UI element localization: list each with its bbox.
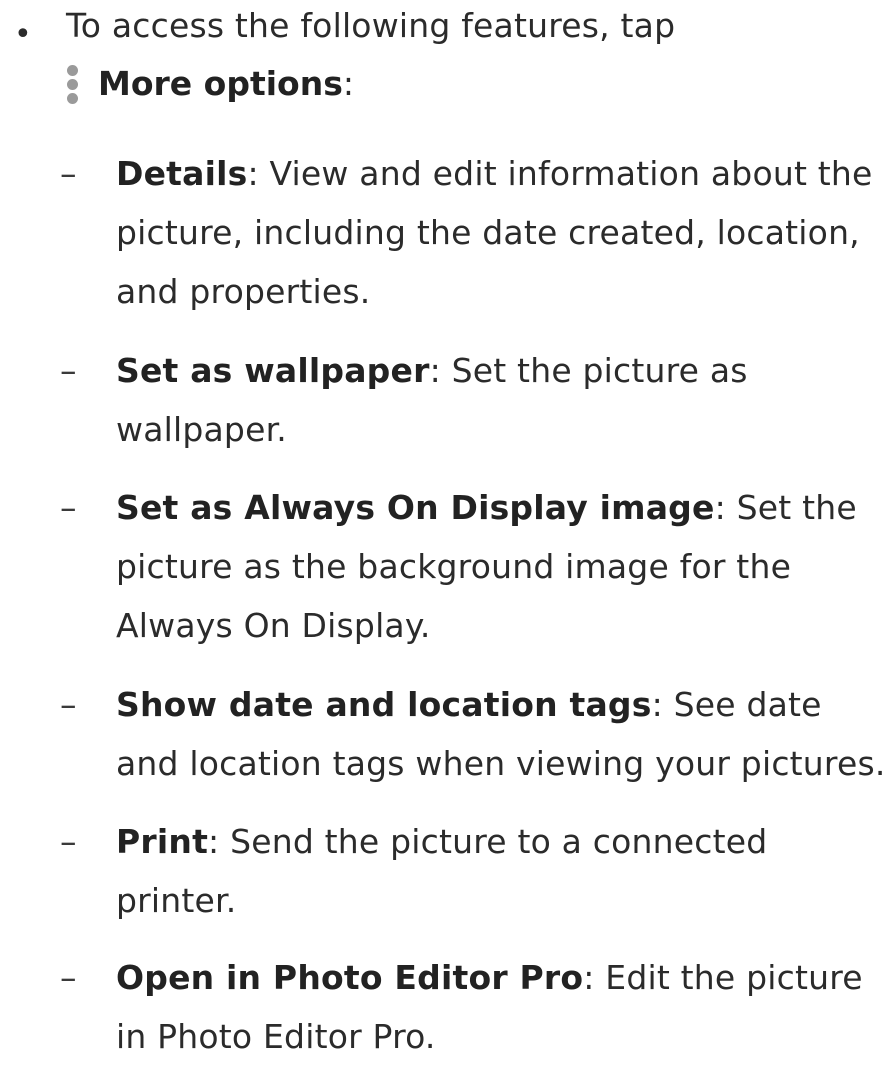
item-text: Set as wallpaper: Set the picture as wal… <box>116 341 886 459</box>
bullet-marker: • <box>14 17 32 52</box>
item-sep: : <box>208 822 220 861</box>
dash-marker: – <box>60 685 77 724</box>
item-term: Open in Photo Editor Pro <box>116 958 584 997</box>
item-sep: : <box>247 154 259 193</box>
item-text: Show date and location tags: See date an… <box>116 675 886 793</box>
item-text: Open in Photo Editor Pro: Edit the pictu… <box>116 948 886 1066</box>
kebab-vertical-icon <box>66 62 80 106</box>
item-term: Show date and location tags <box>116 685 652 724</box>
item-sep: : <box>429 351 441 390</box>
item-sep: : <box>651 685 663 724</box>
manual-page: • To access the following features, tap … <box>0 0 894 1063</box>
item-term: Details <box>116 154 248 193</box>
item-text: Set as Always On Display image: Set the … <box>116 478 886 655</box>
dash-marker: – <box>60 958 77 997</box>
more-options-label: More options <box>98 64 343 103</box>
item-term: Set as Always On Display image <box>116 488 715 527</box>
item-term: Print <box>116 822 209 861</box>
intro-text: To access the following features, tap <box>66 6 676 45</box>
dash-marker: – <box>60 154 77 193</box>
item-sep: : <box>714 488 726 527</box>
dash-marker: – <box>60 351 77 390</box>
item-term: Set as wallpaper <box>116 351 430 390</box>
item-text: Details: View and edit information about… <box>116 144 886 321</box>
more-options-reference: More options: <box>66 62 354 106</box>
item-sep: : <box>583 958 595 997</box>
item-text: Print: Send the picture to a connected p… <box>116 812 886 930</box>
dash-marker: – <box>60 822 77 861</box>
intro-colon: : <box>342 64 354 103</box>
dash-marker: – <box>60 488 77 527</box>
